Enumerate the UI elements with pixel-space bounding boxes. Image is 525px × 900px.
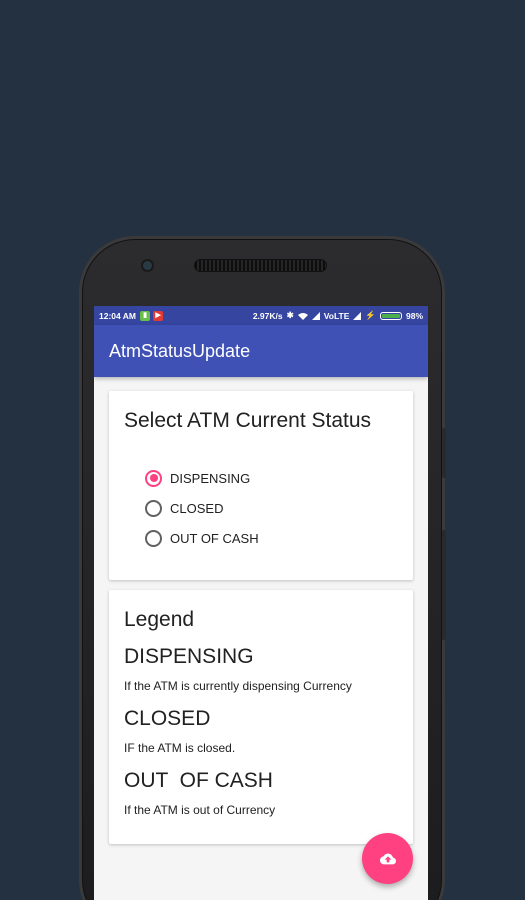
battery-fill [381,313,400,318]
cloud-upload-icon [379,853,396,864]
radio-button-icon[interactable] [145,529,162,547]
radio-label: OUT OF CASH [170,530,259,546]
network-type: VoLTE [323,310,350,321]
legend-item-closed: CLOSED IF the ATM is closed. [124,707,398,755]
upload-fab-button[interactable] [362,833,413,884]
status-card: Select ATM Current Status DISPENSING CLO… [109,391,413,580]
earpiece-speaker [194,259,327,272]
wifi-icon [297,312,308,320]
radio-button-icon[interactable] [145,469,162,487]
radio-dispensing[interactable]: DISPENSING [145,463,398,493]
network-speed: 2.97K/s [252,310,283,321]
battery-icon [379,311,402,320]
legend-item-dispensing: DISPENSING If the ATM is currently dispe… [124,645,398,693]
status-time: 12:04 AM [99,310,137,321]
legend-title: Legend [124,608,195,631]
battery-saver-icon: ▮ [140,310,151,321]
legend-heading: DISPENSING [124,645,254,668]
screen: 12:04 AM ▮ ▶ 2.97K/s ✱ VoLTE ⚡ 98% AtmSt… [94,306,428,900]
radio-label: CLOSED [170,500,224,516]
app-title: AtmStatusUpdate [109,340,251,361]
legend-heading: CLOSED [124,707,211,730]
status-card-title: Select ATM Current Status [124,409,372,432]
signal-icon [353,311,362,320]
legend-card: Legend DISPENSING If the ATM is currentl… [109,590,413,844]
radio-out-of-cash[interactable]: OUT OF CASH [145,523,398,553]
front-camera [143,261,152,270]
volume-button [442,428,446,478]
power-button [442,530,446,640]
youtube-icon: ▶ [153,310,164,321]
signal-icon [311,311,320,320]
radio-button-icon[interactable] [145,499,162,517]
status-radio-group: DISPENSING CLOSED OUT OF CASH [124,463,398,553]
battery-percent: 98% [405,310,423,321]
bluetooth-icon: ✱ [286,310,294,320]
status-bar: 12:04 AM ▮ ▶ 2.97K/s ✱ VoLTE ⚡ 98% [94,306,428,325]
radio-label: DISPENSING [170,470,251,486]
legend-description: If the ATM is currently dispensing Curre… [124,679,352,693]
charging-icon: ⚡ [365,310,376,320]
main-content: Select ATM Current Status DISPENSING CLO… [94,377,428,844]
legend-description: IF the ATM is closed. [124,741,236,755]
legend-item-out-of-cash: OUT OF CASH If the ATM is out of Currenc… [124,769,398,817]
app-bar: AtmStatusUpdate [94,325,428,377]
radio-closed[interactable]: CLOSED [145,493,398,523]
legend-description: If the ATM is out of Currency [124,803,276,817]
legend-heading: OUT OF CASH [124,769,273,792]
